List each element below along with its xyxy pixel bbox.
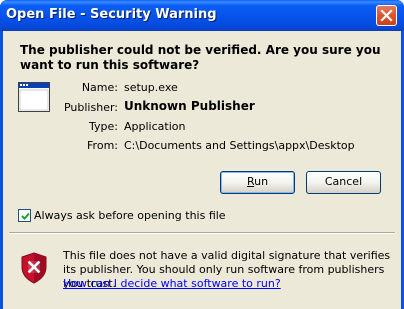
run-button[interactable]: Run (220, 171, 295, 194)
always-ask-label[interactable]: Always ask before opening this file (34, 209, 226, 222)
name-value: setup.exe (124, 81, 178, 94)
checkmark-icon (21, 212, 30, 220)
from-value: C:\Documents and Settings\appx\Desktop (124, 139, 355, 152)
type-label: Type: (89, 120, 118, 133)
run-label-rest: un (254, 175, 269, 188)
dialog-body: The publisher could not be verified. Are… (3, 31, 401, 309)
help-link[interactable]: How can I decide what software to run? (63, 277, 281, 290)
cancel-button[interactable]: Cancel (306, 171, 381, 194)
warning-shield-icon (21, 252, 47, 284)
from-label: From: (87, 139, 118, 152)
warning-question: The publisher could not be verified. Are… (20, 43, 381, 72)
publisher-value: Unknown Publisher (124, 99, 255, 113)
close-button[interactable] (376, 5, 397, 26)
type-value: Application (124, 120, 186, 133)
divider (9, 232, 395, 234)
window-title: Open File - Security Warning (6, 7, 217, 22)
security-warning-dialog: Open File - Security Warning The publish… (0, 0, 404, 309)
name-label: Name: (81, 81, 118, 94)
publisher-label: Publisher: (63, 101, 118, 114)
title-bar[interactable]: Open File - Security Warning (0, 0, 404, 31)
close-icon (380, 9, 393, 22)
always-ask-checkbox[interactable] (18, 209, 31, 222)
